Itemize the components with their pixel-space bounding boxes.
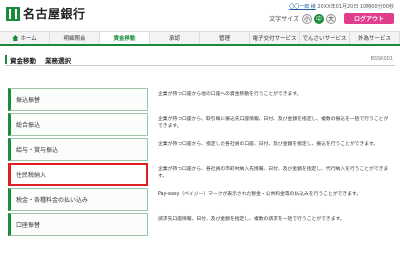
nav-statement-label: 明細照会 — [63, 36, 86, 42]
menu-list: 振込振替 企業が持つ口座から他の口座への資金移動を行うことができます。 総合振込… — [8, 88, 393, 238]
logout-button[interactable]: ログアウト — [344, 13, 394, 24]
menu-row: 振込振替 企業が持つ口座から他の口座への資金移動を行うことができます。 — [8, 88, 393, 111]
nav-statement[interactable]: 明細照会 — [50, 32, 100, 44]
nav-densai[interactable]: でんさいサービス — [300, 32, 350, 44]
page-title-bar: 資金移動 業務選択 BSSK001 — [5, 54, 395, 66]
font-size-medium-button[interactable]: 中 — [314, 13, 324, 24]
nav-approval[interactable]: 承認 — [150, 32, 200, 44]
menu-row: 総合振込 企業が持つ口座から、取引毎に振込先口座情報、日付、及び金額を指定し、複… — [8, 112, 393, 136]
nav-fund-transfer[interactable]: 資金移動 — [100, 32, 150, 44]
title-marker — [5, 55, 7, 64]
screen-code: BSSK001 — [370, 56, 393, 62]
nav-admin-label: 管理 — [218, 36, 230, 42]
nav-home[interactable]: ホーム — [0, 32, 50, 44]
page-title: 資金移動 — [10, 57, 36, 65]
font-size-large-button[interactable]: 大 — [326, 13, 336, 24]
menu-row: 給与・賞与振込 企業が持つ口座から、指定した各社員の口座、日付、及び金額を指定し… — [8, 137, 393, 161]
nav-e-delivery-label: 電子交付サービス — [252, 36, 297, 42]
user-name-link[interactable]: 〇〇一郎 様 — [289, 4, 316, 10]
menu-button-payroll-transfer[interactable]: 給与・賞与振込 — [8, 137, 148, 161]
menu-button-transfer[interactable]: 振込振替 — [8, 88, 148, 111]
global-nav: ホーム 明細照会 資金移動 承認 管理 電子交付サービス でんさいサービス 外為… — [0, 31, 400, 46]
bank-name: 名古屋銀行 — [23, 7, 86, 21]
nav-home-label: ホーム — [20, 36, 37, 42]
menu-button-account-debit[interactable]: 口座振替 — [8, 212, 148, 236]
menu-description: 企業が持つ口座から他の口座への資金移動を行うことができます。 — [158, 92, 302, 97]
nav-fund-transfer-label: 資金移動 — [113, 36, 136, 42]
nav-forex-label: 外為サービス — [357, 36, 391, 42]
font-size-small-button[interactable]: 小 — [302, 13, 312, 24]
nav-e-delivery[interactable]: 電子交付サービス — [250, 32, 300, 44]
font-size-label: 文字サイズ — [269, 16, 299, 23]
nav-densai-label: でんさいサービス — [302, 36, 347, 42]
nav-approval-label: 承認 — [168, 36, 180, 42]
menu-button-bulk-transfer[interactable]: 総合振込 — [8, 112, 148, 136]
header: 名古屋銀行 〇〇一郎 様 20XX年01月20日 10時00分00秒 文字サイズ… — [0, 0, 400, 30]
user-info: 〇〇一郎 様 20XX年01月20日 10時00分00秒 — [289, 3, 394, 10]
menu-row: 税金・各種料金の払い込み Pay-easy（ペイジー）マークが表示された税金・公… — [8, 187, 393, 211]
page-subtitle: 業務選択 — [45, 57, 71, 65]
menu-row: 口座振替 請求先口座情報、日付、及び金額を指定し、複数の請求を一括で行うことがで… — [8, 212, 393, 236]
menu-description: 企業が持つ口座から、指定した各社員の口座、日付、及び金額を指定し、振込を行うこと… — [158, 141, 379, 147]
menu-button-resident-tax[interactable]: 住民税納入 — [8, 162, 148, 186]
nav-forex[interactable]: 外為サービス — [350, 32, 400, 44]
nav-admin[interactable]: 管理 — [200, 32, 250, 44]
menu-description: 企業が持つ口座から、各社員の市町村納入先情報、日付、及び金額を指定し、代行納入を… — [158, 166, 389, 179]
menu-button-tax-payment[interactable]: 税金・各種料金の払い込み — [8, 187, 148, 211]
last-login: 20XX年01月20日 10時00分00秒 — [317, 4, 394, 10]
menu-description: 請求先口座情報、日付、及び金額を指定し、複数の請求を一括で行うことができます。 — [158, 216, 345, 222]
home-icon — [12, 35, 19, 41]
bank-logo-icon — [6, 6, 20, 21]
menu-description: Pay-easy（ペイジー）マークが表示された税金・公共料金等の払込みを行うこと… — [158, 191, 362, 197]
menu-row: 住民税納入 企業が持つ口座から、各社員の市町村納入先情報、日付、及び金額を指定し… — [8, 162, 393, 186]
menu-description: 企業が持つ口座から、取引毎に振込先口座情報、日付、及び金額を指定し、複数の振込を… — [158, 116, 389, 129]
header-controls: 文字サイズ 小 中 大 ログアウト — [269, 13, 394, 24]
bank-logo[interactable]: 名古屋銀行 — [6, 5, 86, 22]
